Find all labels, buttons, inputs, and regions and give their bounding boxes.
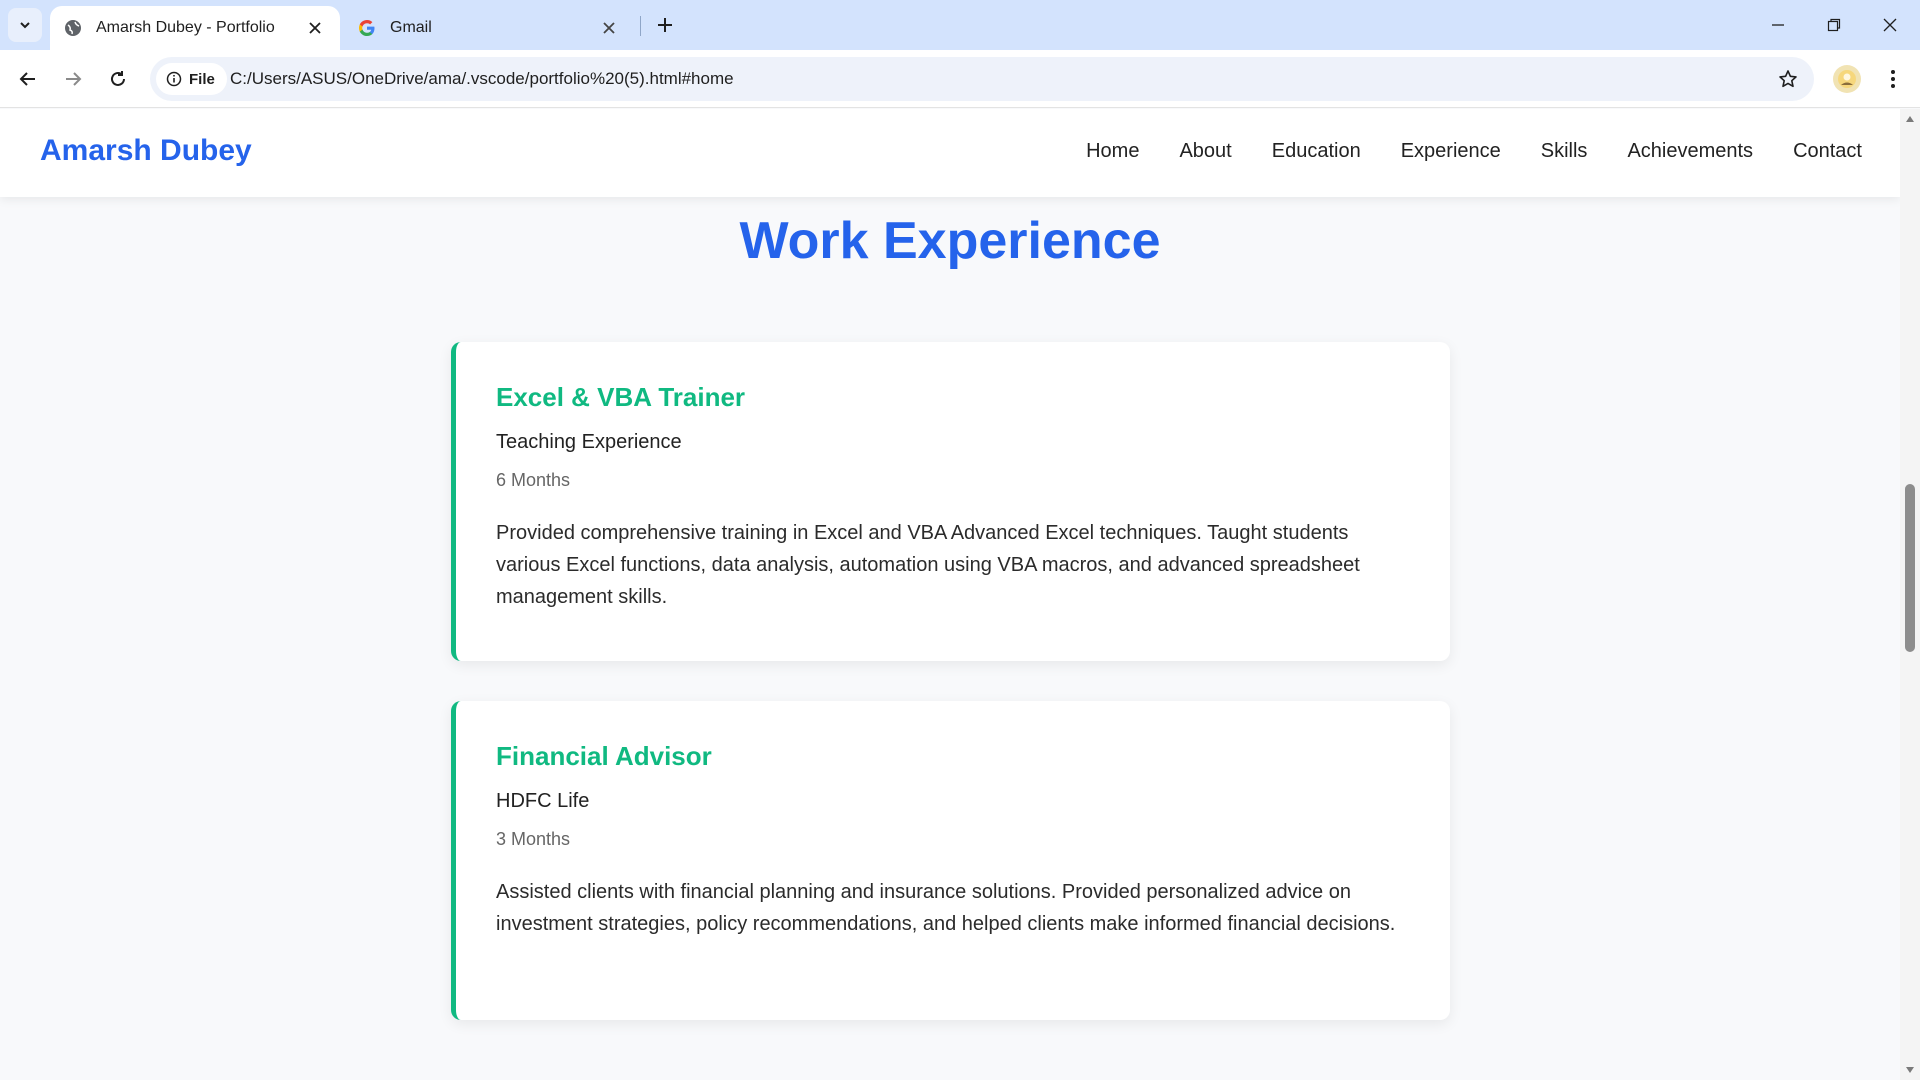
tab-title: Gmail bbox=[390, 19, 432, 36]
nav-link-education[interactable]: Education bbox=[1272, 140, 1361, 163]
page-viewport: Amarsh Dubey Home About Education Experi… bbox=[0, 109, 1920, 1080]
site-info-chip[interactable]: File bbox=[156, 63, 227, 95]
tab-separator bbox=[640, 16, 641, 36]
nav-link-skills[interactable]: Skills bbox=[1541, 140, 1588, 163]
globe-icon bbox=[64, 19, 82, 37]
tab-portfolio[interactable]: Amarsh Dubey - Portfolio bbox=[50, 6, 340, 50]
restore-button[interactable] bbox=[1806, 0, 1862, 50]
job-company: Teaching Experience bbox=[496, 431, 682, 453]
job-description: Assisted clients with financial planning… bbox=[496, 881, 1396, 935]
scroll-down-arrow-icon[interactable] bbox=[1904, 1064, 1916, 1076]
site-info-label: File bbox=[189, 70, 215, 88]
address-bar[interactable]: File C:/Users/ASUS/OneDrive/ama/.vscode/… bbox=[150, 57, 1814, 101]
job-duration: 3 Months bbox=[496, 829, 571, 849]
avatar-icon bbox=[1838, 70, 1856, 88]
section-title: Work Experience bbox=[739, 212, 1161, 270]
nav-links: Home About Education Experience Skills A… bbox=[1086, 140, 1862, 163]
close-tab-icon[interactable] bbox=[598, 17, 620, 39]
minimize-button[interactable] bbox=[1750, 0, 1806, 50]
tab-search-button[interactable] bbox=[8, 8, 42, 42]
info-icon bbox=[166, 71, 182, 87]
nav-link-home[interactable]: Home bbox=[1086, 140, 1139, 163]
profile-avatar[interactable] bbox=[1833, 65, 1861, 93]
job-description: Provided comprehensive training in Excel… bbox=[496, 522, 1360, 608]
scrollbar-thumb[interactable] bbox=[1905, 484, 1915, 652]
site-logo[interactable]: Amarsh Dubey bbox=[40, 134, 252, 168]
browser-tabstrip: Amarsh Dubey - Portfolio Gmail bbox=[0, 0, 1920, 50]
star-icon bbox=[1779, 70, 1797, 88]
job-duration: 6 Months bbox=[496, 470, 571, 490]
back-button[interactable] bbox=[10, 61, 46, 97]
plus-icon bbox=[658, 18, 672, 32]
page-scrollbar[interactable] bbox=[1900, 109, 1920, 1080]
more-vertical-icon bbox=[1891, 70, 1895, 88]
job-role: Excel & VBA Trainer bbox=[496, 382, 746, 412]
nav-link-achievements[interactable]: Achievements bbox=[1627, 140, 1753, 163]
site-navbar: Amarsh Dubey Home About Education Experi… bbox=[0, 109, 1900, 197]
reload-icon bbox=[111, 71, 125, 86]
google-icon bbox=[358, 19, 376, 37]
job-company: HDFC Life bbox=[496, 790, 590, 812]
browser-menu-button[interactable] bbox=[1878, 63, 1908, 95]
reload-button[interactable] bbox=[100, 61, 136, 97]
chevron-down-icon bbox=[20, 22, 30, 29]
nav-link-experience[interactable]: Experience bbox=[1401, 140, 1501, 163]
experience-card: Financial Advisor HDFC Life 3 Months Ass… bbox=[451, 701, 1450, 1020]
restore-icon bbox=[1827, 18, 1841, 32]
close-window-button[interactable] bbox=[1862, 0, 1918, 50]
nav-link-about[interactable]: About bbox=[1179, 140, 1231, 163]
job-role: Financial Advisor bbox=[496, 741, 712, 771]
nav-link-contact[interactable]: Contact bbox=[1793, 140, 1862, 163]
close-icon bbox=[1883, 18, 1897, 32]
url-text[interactable]: C:/Users/ASUS/OneDrive/ama/.vscode/portf… bbox=[230, 69, 734, 89]
tab-gmail[interactable]: Gmail bbox=[344, 6, 634, 50]
arrow-right-icon bbox=[66, 72, 82, 86]
forward-button[interactable] bbox=[55, 61, 91, 97]
experience-card: Excel & VBA Trainer Teaching Experience … bbox=[451, 342, 1450, 661]
scroll-up-arrow-icon[interactable] bbox=[1904, 113, 1916, 125]
close-tab-icon[interactable] bbox=[304, 17, 326, 39]
new-tab-button[interactable] bbox=[650, 10, 680, 40]
tab-title: Amarsh Dubey - Portfolio bbox=[96, 19, 275, 36]
bookmark-button[interactable] bbox=[1774, 65, 1802, 93]
minimize-icon bbox=[1772, 24, 1784, 26]
arrow-left-icon bbox=[19, 72, 35, 86]
browser-toolbar: File C:/Users/ASUS/OneDrive/ama/.vscode/… bbox=[0, 50, 1920, 108]
